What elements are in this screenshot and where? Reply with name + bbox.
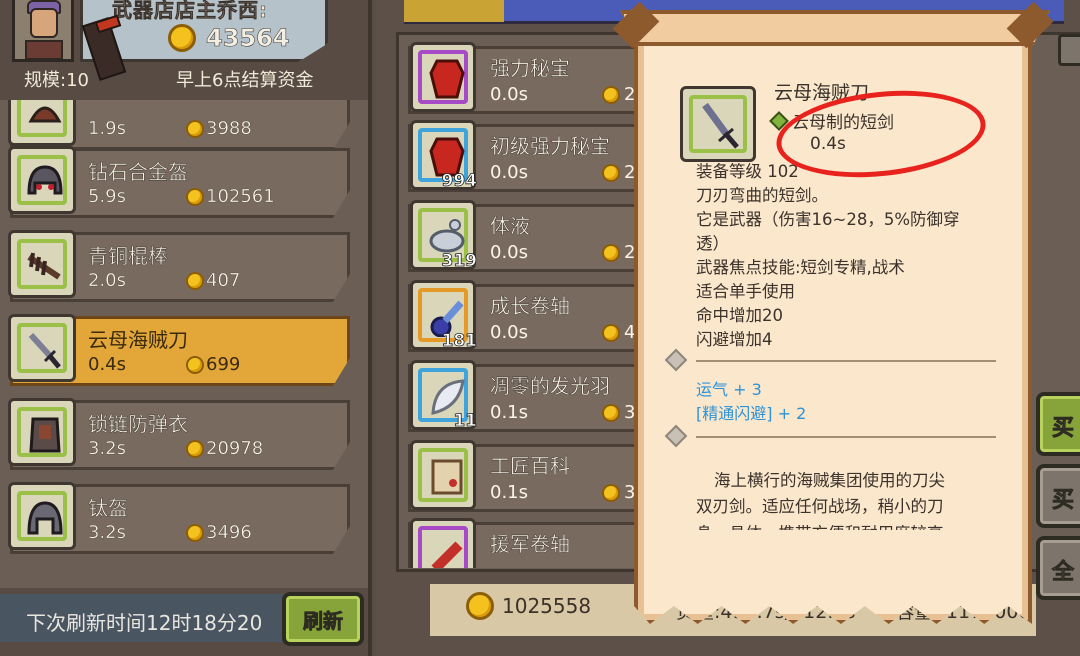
settle-time-note: 早上6点结算资金: [176, 70, 314, 91]
bonus-stat: 运气 + 3: [696, 380, 762, 399]
total-gold: 1025558: [466, 592, 591, 620]
gold-coin-icon: [186, 523, 204, 542]
shop-gold: 43564: [168, 24, 290, 52]
item-slot: [410, 440, 476, 510]
item-stats: 装备等级 102 刀刃弯曲的短剑。 它是武器（伤害16~28，5%防御穿 透） …: [696, 162, 960, 349]
gold-coin-icon: [186, 355, 204, 374]
gold-coin-icon: [168, 24, 196, 52]
red-gem-icon: [429, 59, 465, 99]
diamond-helmet-icon: [27, 165, 63, 195]
item-slot: [8, 230, 76, 298]
item-slot: [410, 518, 476, 568]
shop-name: 武器店店主乔西:: [112, 0, 268, 22]
helmet-icon: [28, 106, 62, 123]
refresh-countdown: 下次刷新时间12时18分20: [0, 594, 290, 642]
item-slot: 181: [410, 280, 477, 351]
gold-coin-icon: [602, 243, 620, 262]
item-slot: [8, 398, 76, 466]
divider: [696, 436, 996, 438]
shopkeeper-avatar[interactable]: [12, 0, 74, 62]
pirate-sword-icon: [28, 332, 61, 369]
bronze-club-icon: [27, 252, 61, 280]
gold-coin-icon: [602, 85, 620, 104]
goods-list[interactable]: 1.9s 3988 钻石合金盔 5.9s 102561 青铜棍棒 2.0s 40…: [0, 100, 368, 568]
gold-coin-icon: [186, 119, 204, 138]
craft-book-icon: [431, 459, 463, 495]
refresh-bar: 下次刷新时间12时18分20 刷新: [0, 588, 368, 656]
shop-header: 武器店店主乔西: 43564 规模:10 早上6点结算资金: [0, 0, 368, 100]
chain-vest-icon: [29, 417, 61, 453]
refresh-button[interactable]: 刷新: [282, 592, 364, 646]
gold-coin-icon: [602, 323, 620, 342]
buy-button[interactable]: 买: [1036, 464, 1080, 528]
gold-coin-icon: [602, 483, 620, 502]
item-slot: [410, 42, 476, 112]
bonus-stat: [精通闪避] + 2: [696, 404, 807, 423]
all-button[interactable]: 全: [1036, 536, 1080, 600]
item-slot: [8, 314, 76, 382]
torch-icon: [81, 14, 127, 88]
gold-coin-icon: [466, 592, 494, 620]
reinforce-scroll-icon: [431, 541, 463, 568]
gold-coin-icon: [186, 439, 204, 458]
goods-row[interactable]: 钛盔 3.2s 3496: [0, 476, 368, 556]
item-slot: 319: [410, 200, 477, 271]
shop-scale: 规模:10: [24, 70, 89, 91]
gold-coin-icon: [602, 163, 620, 182]
item-slot: [8, 482, 76, 550]
gold-coin-icon: [602, 403, 620, 422]
pirate-sword-icon: [702, 102, 739, 149]
buy-button[interactable]: 买: [1036, 392, 1080, 456]
item-slot: 994: [410, 120, 477, 191]
gold-coin-icon: [186, 271, 204, 290]
item-slot: [680, 86, 756, 162]
side-buttons: 买 买 全: [1036, 0, 1080, 656]
item-description: 海上横行的海贼集团使用的刀尖 双刃剑。适应任何战场，稍小的刀: [696, 471, 945, 516]
item-slot: [8, 146, 76, 214]
goods-row-selected[interactable]: 云母海贼刀 0.4s 699: [0, 308, 368, 388]
goods-row[interactable]: 锁链防弹衣 3.2s 20978: [0, 392, 368, 472]
item-description-cut: 身，具体，携带方便和耐用度较高: [696, 520, 976, 530]
gold-coin-icon: [186, 187, 204, 206]
shop-goods-panel: 武器店店主乔西: 43564 规模:10 早上6点结算资金 1.9s 3988: [0, 0, 372, 656]
goods-row[interactable]: 青铜棍棒 2.0s 407: [0, 224, 368, 304]
goods-row[interactable]: 钻石合金盔 5.9s 102561: [0, 140, 368, 220]
item-slot: 11: [410, 360, 477, 431]
titanium-helmet-icon: [27, 501, 63, 535]
divider: [696, 360, 996, 362]
